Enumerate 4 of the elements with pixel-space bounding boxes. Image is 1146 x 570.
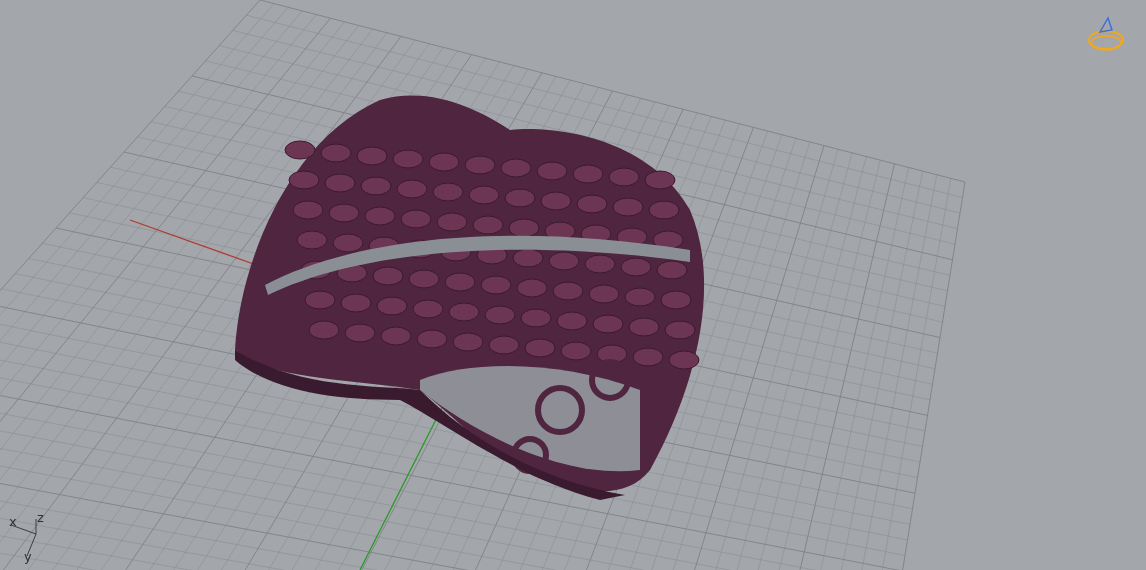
axis-label: y <box>24 549 32 564</box>
ring-icon[interactable] <box>1088 16 1124 51</box>
axis-label: z <box>37 510 44 525</box>
axis-label: x <box>9 514 17 529</box>
